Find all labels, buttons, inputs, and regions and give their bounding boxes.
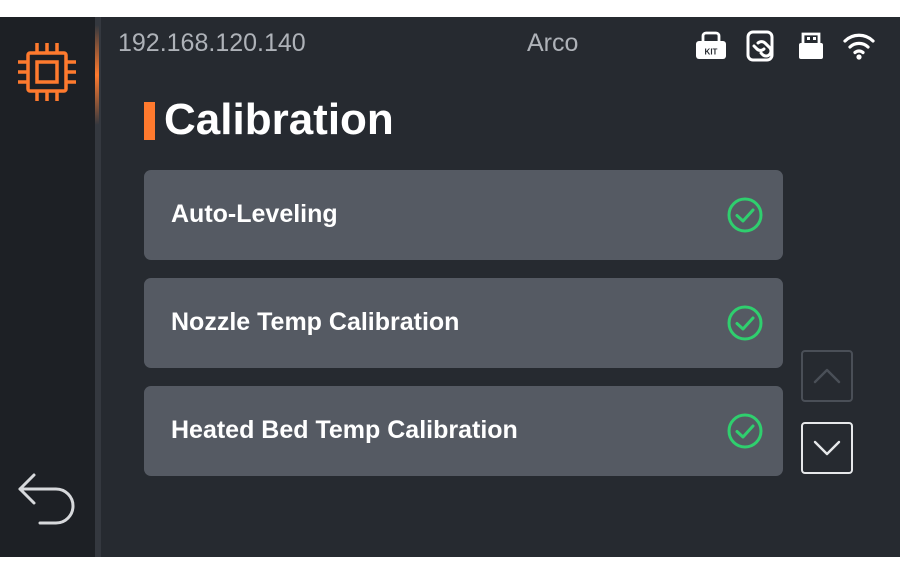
wifi-icon [843, 33, 875, 60]
check-circle-icon [727, 197, 763, 233]
check-circle-icon [727, 413, 763, 449]
nfc-link-icon [746, 30, 774, 62]
device-name: Arco [527, 29, 579, 57]
status-bar: 192.168.120.140 Arco KIT [100, 17, 900, 71]
check-circle-icon [727, 305, 763, 341]
scroll-down-button[interactable] [801, 422, 853, 474]
scroll-up-button[interactable] [801, 350, 853, 402]
printer-screen: 192.168.120.140 Arco KIT Calibration Aut… [0, 17, 900, 557]
back-arrow-icon[interactable] [14, 467, 80, 533]
list-item-nozzle-temp-calibration[interactable]: Nozzle Temp Calibration [144, 278, 783, 368]
title-accent-bar [144, 102, 155, 140]
list-item-label: Auto-Leveling [171, 200, 338, 228]
list-item-label: Nozzle Temp Calibration [171, 308, 460, 336]
active-indicator [95, 25, 99, 125]
chevron-up-icon [813, 368, 841, 384]
chevron-down-icon [813, 440, 841, 456]
page-title: Calibration [164, 95, 394, 144]
list-item-auto-leveling[interactable]: Auto-Leveling [144, 170, 783, 260]
kit-printer-icon: KIT [696, 31, 726, 59]
chip-icon[interactable] [12, 37, 82, 107]
list-item-heated-bed-temp-calibration[interactable]: Heated Bed Temp Calibration [144, 386, 783, 476]
kit-label: KIT [705, 48, 718, 57]
ip-address: 192.168.120.140 [118, 29, 306, 57]
sidebar [0, 17, 96, 557]
usb-drive-icon [799, 32, 823, 59]
list-item-label: Heated Bed Temp Calibration [171, 416, 518, 444]
